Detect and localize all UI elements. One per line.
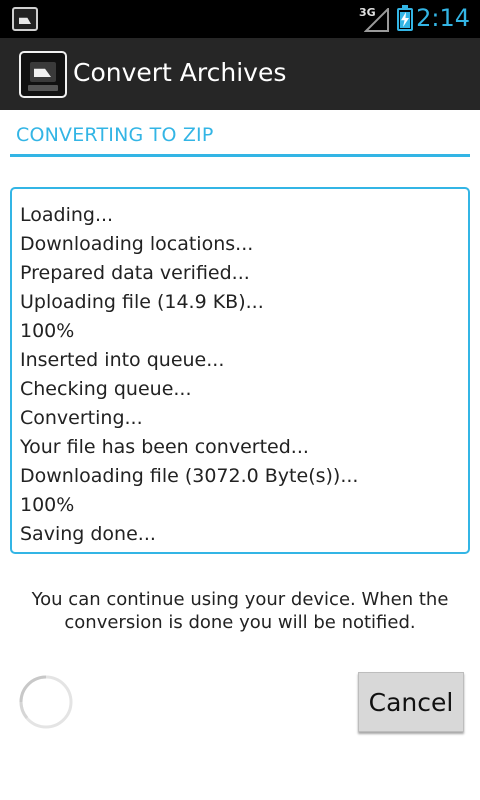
log-line: Converting...: [20, 407, 143, 429]
app-archive-icon[interactable]: [19, 51, 67, 98]
log-line: Your file has been converted...: [20, 436, 309, 458]
conversion-log[interactable]: Loading... Downloading locations... Prep…: [10, 187, 470, 554]
clock: 2:14: [416, 4, 470, 32]
battery-charging-icon: [397, 5, 413, 31]
log-line: Downloading locations...: [20, 233, 254, 255]
log-line: Prepared data verified...: [20, 262, 250, 284]
notification-icon: [12, 7, 38, 31]
action-bar: Convert Archives: [0, 38, 480, 110]
log-line: Inserted into queue...: [20, 349, 225, 371]
app-title: Convert Archives: [73, 58, 287, 87]
log-line: 100%: [20, 320, 75, 342]
cancel-button[interactable]: Cancel: [358, 672, 464, 732]
log-line: Uploading file (14.9 KB)...: [20, 291, 264, 313]
log-line: Loading...: [20, 204, 114, 226]
log-line: Saving done...: [20, 523, 156, 545]
section-divider: [10, 154, 470, 157]
signal-icon: [364, 8, 389, 32]
progress-spinner-icon: [19, 675, 73, 729]
info-message: You can continue using your device. When…: [31, 589, 449, 633]
log-line: Checking queue...: [20, 378, 192, 400]
log-line: 100%: [20, 494, 75, 516]
section-header: CONVERTING TO ZIP: [16, 124, 214, 146]
status-bar: 3G 2:14: [0, 0, 480, 38]
log-line: Downloading file (3072.0 Byte(s))...: [20, 465, 359, 487]
